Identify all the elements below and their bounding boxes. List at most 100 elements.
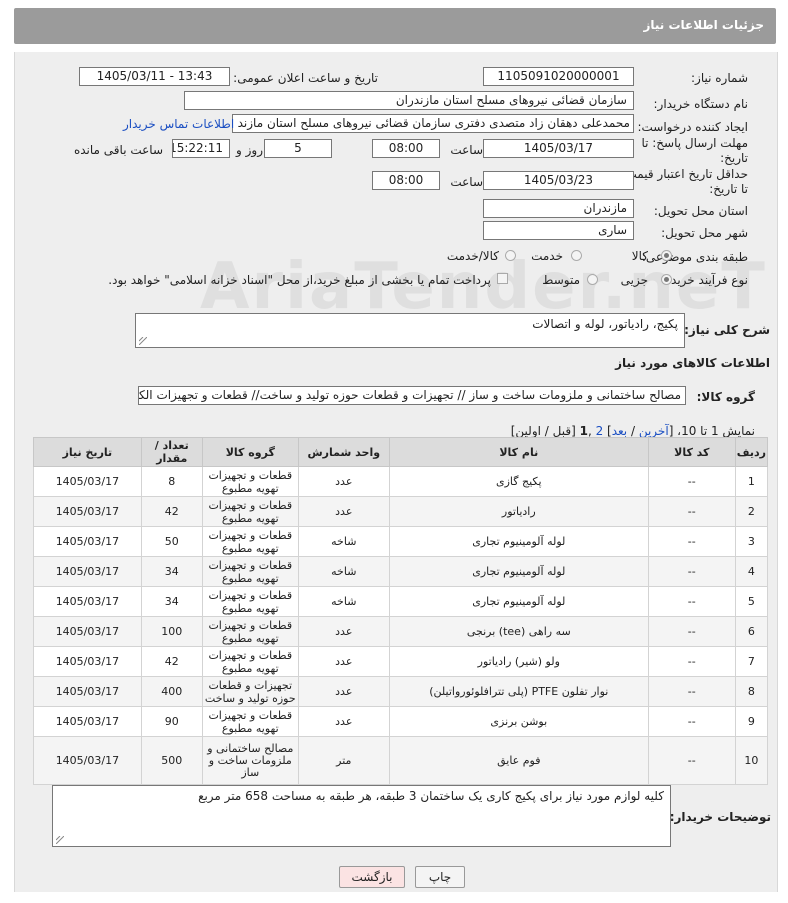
- summary-field: پکیج، رادیاتور، لوله و اتصالات: [135, 313, 685, 348]
- back-button[interactable]: بازگشت: [339, 866, 405, 888]
- resize-handle-icon[interactable]: [56, 836, 64, 844]
- cell-need-date: 1405/03/17: [33, 736, 142, 785]
- table-row: 5 -- لوله آلومینیوم تجاری شاخه قطعات و تجهیز…: [33, 586, 769, 617]
- table-row: 10 -- فوم عایق متر مصالح ساختمانی و ملزومات …: [33, 736, 769, 785]
- validity-time-label: ساعت: [450, 175, 483, 189]
- cell-need-date: 1405/03/17: [33, 616, 142, 647]
- creator-field: محمدعلی دهقان زاد متصدی دفتری سازمان قضا…: [232, 114, 634, 133]
- column-header-need-date: تاریخ نیاز: [33, 437, 142, 467]
- summary-label: شرح کلی نیاز:: [684, 323, 770, 337]
- category-option-service: خدمت: [531, 249, 563, 263]
- column-header-code: کد کالا: [647, 437, 736, 467]
- cell-group: مصالح ساختمانی و ملزومات ساخت و ساز: [201, 736, 299, 785]
- category-radio-goods-service[interactable]: [505, 250, 516, 261]
- deadline-label-2: تاریخ:: [720, 151, 748, 165]
- column-header-quantity: تعداد / مقدار: [140, 437, 203, 467]
- validity-label-2: تا تاریخ:: [709, 182, 748, 196]
- pagination-prefix: نمایش 1 تا 10، [: [668, 424, 755, 438]
- table-row: 3 -- لوله آلومینیوم تجاری شاخه قطعات و تجهیز…: [33, 526, 769, 557]
- creator-label: ایجاد کننده درخواست:: [637, 120, 748, 134]
- cell-row-number: 1: [734, 466, 769, 497]
- deadline-time-label: ساعت: [450, 143, 483, 157]
- cell-row-number: 10: [734, 736, 769, 785]
- goods-info-title: اطلاعات کالاهای مورد نیاز: [615, 356, 770, 370]
- process-radio-medium[interactable]: [587, 274, 598, 285]
- goods-group-label: گروه کالا:: [696, 390, 755, 404]
- category-option-goods-service: کالا/خدمت: [446, 249, 499, 263]
- cell-name: پکیج گازی: [388, 466, 649, 497]
- process-label: نوع فرآیند خرید :: [663, 273, 748, 287]
- pagination-sep: ]: [603, 424, 612, 438]
- cell-quantity: 42: [140, 496, 203, 527]
- cell-group: قطعات و تجهیزات تهویه مطبوع: [201, 556, 299, 587]
- cell-quantity: 400: [140, 676, 203, 707]
- cell-code: --: [647, 556, 736, 587]
- pagination-sep: ,: [587, 424, 596, 438]
- validity-date-field: 1405/03/23: [483, 171, 634, 190]
- table-row: 2 -- رادیاتور عدد قطعات و تجهیزات تهویه مطبو…: [33, 496, 769, 527]
- page-title: جزئیات اطلاعات نیاز: [643, 18, 764, 32]
- category-radio-goods[interactable]: [661, 250, 672, 261]
- buyer-notes-label: توضیحات خریدار:: [669, 810, 771, 824]
- buyer-notes-text: کلیه لوازم مورد نیاز برای پکیج کاری یک س…: [198, 789, 664, 803]
- cell-unit: عدد: [297, 496, 390, 527]
- validity-label: حداقل تاریخ اعتبار قیمت:: [621, 167, 748, 181]
- cell-code: --: [647, 736, 736, 785]
- announce-field: 1405/03/11 - 13:43: [79, 67, 230, 86]
- cell-name: رادیاتور: [388, 496, 649, 527]
- print-button[interactable]: چاپ: [415, 866, 465, 888]
- cell-name: سه راهی (tee) برنجی: [388, 616, 649, 647]
- process-radio-minor[interactable]: [661, 274, 672, 285]
- cell-need-date: 1405/03/17: [33, 646, 142, 677]
- resize-handle-icon[interactable]: [139, 337, 147, 345]
- pagination-page-1: 1: [579, 424, 588, 438]
- pagination-last-link[interactable]: آخرین: [639, 424, 669, 438]
- cell-group: قطعات و تجهیزات تهویه مطبوع: [201, 646, 299, 677]
- cell-need-date: 1405/03/17: [33, 556, 142, 587]
- table-row: 9 -- بوشن برنزی عدد قطعات و تجهیزات تهویه مط…: [33, 706, 769, 737]
- pagination-next-link[interactable]: بعد: [612, 424, 627, 438]
- province-field: مازندران: [483, 199, 634, 218]
- table-row: 4 -- لوله آلومینیوم تجاری شاخه قطعات و تجهیز…: [33, 556, 769, 587]
- cell-row-number: 3: [734, 526, 769, 557]
- category-radio-service[interactable]: [571, 250, 582, 261]
- treasury-payment-checkbox[interactable]: [497, 273, 508, 284]
- summary-text: پکیج، رادیاتور، لوله و اتصالات: [532, 317, 678, 331]
- pagination: نمایش 1 تا 10، [آخرین / بعد] 2 ,1 [قبل /…: [511, 424, 755, 438]
- buyer-contact-link[interactable]: اطلاعات تماس خریدار: [123, 117, 234, 131]
- cell-group: قطعات و تجهیزات تهویه مطبوع: [201, 526, 299, 557]
- table-header-row: ردیف کد کالا نام کالا واحد شمارش گروه کا…: [33, 437, 769, 467]
- table-row: 7 -- ولو (شیر) رادیاتور عدد قطعات و تجهیزات …: [33, 646, 769, 677]
- province-label: استان محل تحویل:: [653, 204, 748, 218]
- treasury-payment-note: پرداخت تمام یا بخشی از مبلغ خرید،از محل …: [108, 273, 491, 287]
- goods-group-field: مصالح ساختمانی و ملزومات ساخت و ساز // ت…: [138, 386, 686, 405]
- column-header-unit: واحد شمارش: [297, 437, 390, 467]
- cell-need-date: 1405/03/17: [33, 586, 142, 617]
- deadline-time-field: 08:00: [372, 139, 440, 158]
- deadline-label: مهلت ارسال پاسخ: تا: [641, 136, 748, 150]
- cell-code: --: [647, 616, 736, 647]
- need-number-label: شماره نیاز:: [691, 71, 748, 85]
- cell-group: قطعات و تجهیزات تهویه مطبوع: [201, 706, 299, 737]
- column-header-group: گروه کالا: [201, 437, 299, 467]
- cell-unit: متر: [297, 736, 390, 785]
- cell-quantity: 50: [140, 526, 203, 557]
- remaining-time-field: 15:22:11: [172, 139, 230, 158]
- pagination-sep: /: [627, 424, 639, 438]
- cell-group: قطعات و تجهیزات تهویه مطبوع: [201, 616, 299, 647]
- announce-label: تاریخ و ساعت اعلان عمومی:: [233, 71, 378, 85]
- table-body: 1 -- پکیج گازی عدد قطعات و تجهیزات تهویه مطب…: [33, 466, 769, 785]
- remaining-time-label: ساعت باقی مانده: [73, 143, 163, 157]
- cell-name: لوله آلومینیوم تجاری: [388, 556, 649, 587]
- cell-name: بوشن برنزی: [388, 706, 649, 737]
- cell-group: تجهیزات و قطعات حوزه تولید و ساخت: [201, 676, 299, 707]
- cell-name: لوله آلومینیوم تجاری: [388, 586, 649, 617]
- cell-group: قطعات و تجهیزات تهویه مطبوع: [201, 466, 299, 497]
- cell-row-number: 5: [734, 586, 769, 617]
- need-number-field: 1105091020000001: [483, 67, 634, 86]
- table-row: 1 -- پکیج گازی عدد قطعات و تجهیزات تهویه مطب…: [33, 466, 769, 497]
- cell-need-date: 1405/03/17: [33, 496, 142, 527]
- cell-name: ولو (شیر) رادیاتور: [388, 646, 649, 677]
- cell-quantity: 100: [140, 616, 203, 647]
- days-label: روز و: [236, 143, 263, 157]
